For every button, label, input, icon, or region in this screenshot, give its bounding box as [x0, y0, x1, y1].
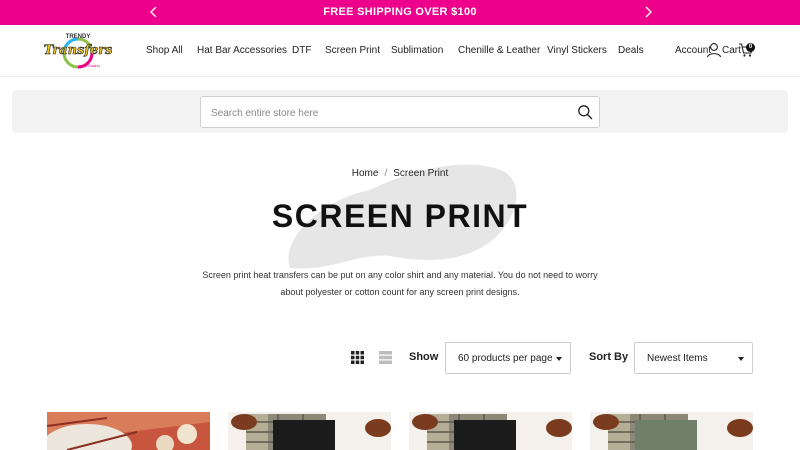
caret-down-icon: [738, 357, 744, 361]
search-input[interactable]: [211, 105, 551, 121]
sort-by-select[interactable]: Newest Items: [634, 342, 753, 374]
football-shirt-flatlay-image: [590, 412, 753, 450]
logo-sub-word: with Kashu: [80, 63, 100, 68]
football-shirt-flatlay-image: [409, 412, 572, 450]
caret-down-icon: [556, 357, 562, 361]
nav-dtf[interactable]: DTF: [292, 45, 311, 56]
show-label: Show: [409, 351, 439, 363]
nav-deals[interactable]: Deals: [618, 45, 644, 56]
nav-vinyl-stickers[interactable]: Vinyl Stickers: [547, 45, 607, 56]
chevron-right-icon[interactable]: [640, 4, 656, 20]
site-header: TRENDY Transfers with Kashu Shop All Hat…: [0, 25, 800, 77]
logo-word: Transfers: [44, 43, 112, 58]
product-card-image[interactable]: [590, 412, 753, 450]
nav-hat-bar-accessories[interactable]: Hat Bar Accessories: [197, 45, 287, 56]
page-title: SCREEN PRINT: [271, 198, 529, 234]
nav-chenille-leather[interactable]: Chenille & Leather: [458, 45, 540, 56]
per-page-select[interactable]: 60 products per page: [445, 342, 571, 374]
sort-by-value: Newest Items: [647, 353, 708, 364]
cart-count-badge: 0: [746, 43, 755, 52]
search-box: [200, 96, 600, 128]
page-description: Screen print heat transfers can be put o…: [202, 270, 598, 297]
announcement-bar: FREE SHIPPING OVER $100: [0, 0, 800, 25]
grid-view-icon[interactable]: [351, 351, 364, 364]
search-icon[interactable]: [577, 104, 593, 120]
product-card-image[interactable]: [47, 412, 210, 450]
football-shirt-flatlay-image: [228, 412, 391, 450]
breadcrumb-separator: /: [384, 168, 388, 179]
nav-shop-all[interactable]: Shop All: [146, 45, 183, 56]
list-view-icon[interactable]: [379, 351, 392, 364]
per-page-value: 60 products per page: [458, 353, 553, 364]
product-card-image[interactable]: [409, 412, 572, 450]
logo-top-word: TRENDY: [66, 34, 91, 40]
breadcrumb: Home / Screen Print: [0, 168, 800, 179]
nav-screen-print[interactable]: Screen Print: [325, 45, 380, 56]
sort-by-label: Sort By: [589, 351, 629, 363]
breadcrumb-current: Screen Print: [393, 168, 449, 179]
user-icon[interactable]: [706, 42, 722, 58]
breadcrumb-home[interactable]: Home: [352, 168, 379, 179]
announcement-text: FREE SHIPPING OVER $100: [323, 6, 477, 18]
nav-sublimation[interactable]: Sublimation: [391, 45, 443, 56]
trendy-transfers-logo[interactable]: TRENDY Transfers with Kashu: [44, 29, 112, 73]
product-card-image[interactable]: [228, 412, 391, 450]
pumpkin-flatlay-image: [47, 412, 210, 450]
